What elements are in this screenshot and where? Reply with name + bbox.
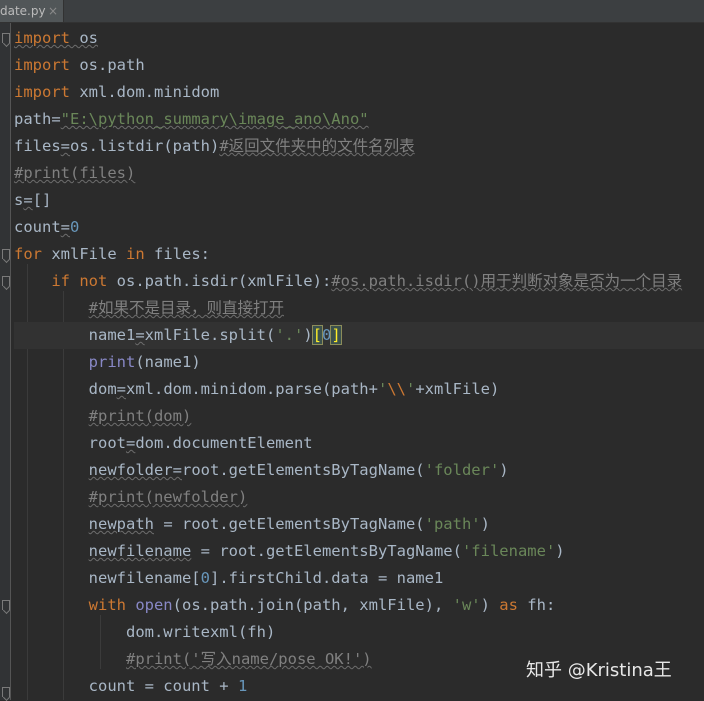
code-line: import os [14, 29, 98, 47]
watermark: 知乎 @Kristina王 [526, 660, 672, 681]
code-line: #print(newfolder) [88, 488, 248, 506]
fold-icon[interactable] [2, 600, 10, 610]
code-line: if not os.path.isdir(xmlFile):#os.path.i… [51, 272, 683, 290]
code-line: for xmlFile in files: [14, 245, 210, 263]
close-icon[interactable]: × [48, 0, 58, 22]
editor-gutter [0, 23, 11, 700]
code-line: path="E:\python_summary\image_ano\Ano" [14, 110, 369, 128]
code-line: import os.path [14, 56, 145, 74]
code-line: root=dom.documentElement [88, 434, 313, 452]
code-line: dom=xml.dom.minidom.parse(path+'\\'+xmlF… [88, 380, 500, 398]
code-line: dom.writexml(fh) [125, 623, 276, 641]
code-line: #print(files) [14, 164, 136, 182]
code-line: #如果不是目录，则直接打开 [88, 299, 284, 317]
code-line: with open(os.path.join(path, xmlFile), '… [88, 596, 556, 614]
code-line: newpath = root.getElementsByTagName('pat… [88, 515, 490, 533]
code-line: newfolder=root.getElementsByTagName('fol… [88, 461, 509, 479]
fold-icon[interactable] [2, 249, 10, 259]
fold-icon[interactable] [2, 33, 10, 43]
code-line: s=[] [14, 191, 52, 209]
code-line-current: name1=xmlFile.split('.')[0] [14, 322, 704, 349]
code-line: import xml.dom.minidom [14, 83, 220, 101]
code-line: count=0 [14, 218, 80, 236]
file-tab[interactable]: date.py × [0, 0, 64, 22]
code-line: #print(dom) [88, 407, 192, 425]
file-tab-label: date.py [0, 4, 46, 18]
code-line: newfilename[0].firstChild.data = name1 [88, 569, 444, 587]
code-line: files=os.listdir(path)#返回文件夹中的文件名列表 [14, 137, 415, 155]
code-line: print(name1) [88, 353, 201, 371]
code-editor[interactable]: import os import os.path import xml.dom.… [14, 25, 704, 700]
fold-icon[interactable] [2, 687, 10, 697]
code-line: newfilename = root.getElementsByTagName(… [88, 542, 565, 560]
fold-icon[interactable] [2, 276, 10, 286]
editor-tab-bar: date.py × [0, 0, 704, 23]
